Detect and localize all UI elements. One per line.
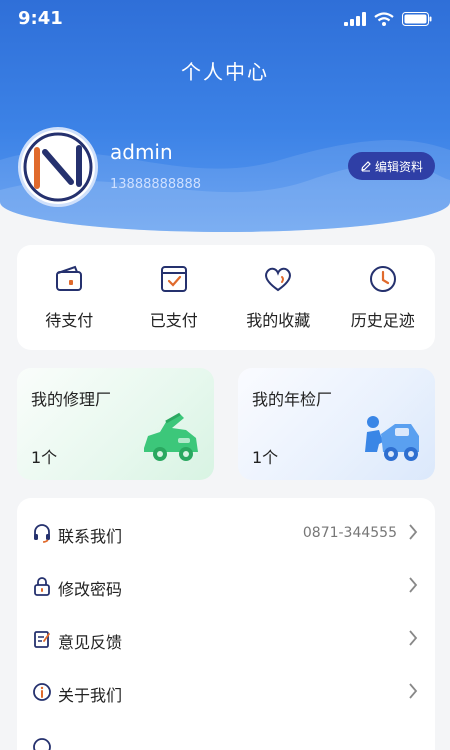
feedback-icon [32, 629, 52, 649]
avatar[interactable] [18, 127, 98, 207]
pencil-icon [361, 161, 371, 172]
card-title: 我的年检厂 [252, 390, 333, 409]
order-label: 待支付 [45, 311, 94, 330]
my-repair-shop-card[interactable]: 我的修理厂 1个 [17, 368, 214, 480]
info-icon [32, 682, 52, 702]
card-count: 1个 [31, 448, 58, 467]
menu-item-change-password[interactable]: 修改密码 [17, 561, 435, 613]
profile-header: 9:41 个人中心 admin 13888888888 编辑资料 [0, 0, 450, 232]
settings-menu: 联系我们 0871-344555 修改密码 意见反馈 关于我们 [17, 498, 435, 750]
wallet-icon [56, 265, 83, 291]
order-label: 已支付 [149, 311, 198, 330]
status-time: 9:41 [18, 8, 63, 29]
chevron-right-icon [409, 577, 418, 593]
order-label: 历史足迹 [350, 311, 415, 330]
repair-car-icon [144, 412, 198, 461]
username: admin [110, 140, 173, 164]
lock-icon [32, 576, 52, 596]
chevron-right-icon [409, 524, 418, 540]
status-bar: 9:41 [0, 0, 450, 40]
order-pending-payment[interactable]: 待支付 [17, 245, 122, 350]
card-count: 1个 [252, 448, 279, 467]
menu-item-contact-us[interactable]: 联系我们 0871-344555 [17, 508, 435, 560]
inspection-car-icon [365, 416, 419, 461]
paid-check-icon [160, 266, 187, 292]
status-icons [344, 12, 432, 26]
menu-label: 联系我们 [58, 527, 123, 546]
menu-label: 意见反馈 [58, 633, 123, 652]
order-paid[interactable]: 已支付 [122, 245, 227, 350]
menu-item-about-us[interactable]: 关于我们 [17, 667, 435, 719]
heart-icon [265, 267, 292, 292]
chevron-right-icon [409, 683, 418, 699]
clock-icon [369, 266, 396, 292]
menu-label: 修改密码 [58, 580, 123, 599]
page-title: 个人中心 [181, 60, 269, 84]
signal-icon [344, 12, 366, 26]
menu-label: 关于我们 [58, 686, 123, 705]
order-history[interactable]: 历史足迹 [331, 245, 436, 350]
battery-icon [402, 12, 432, 26]
phone-number: 13888888888 [110, 177, 201, 192]
menu-item-feedback[interactable]: 意见反馈 [17, 614, 435, 666]
menu-item-partial[interactable] [17, 720, 435, 750]
order-favorites[interactable]: 我的收藏 [226, 245, 331, 350]
edit-profile-label: 编辑资料 [374, 159, 423, 174]
menu-partial-icon [32, 735, 52, 750]
card-title: 我的修理厂 [31, 390, 112, 409]
wifi-icon [374, 12, 394, 26]
order-label: 我的收藏 [246, 311, 311, 330]
my-inspection-shop-card[interactable]: 我的年检厂 1个 [238, 368, 435, 480]
edit-profile-button[interactable]: 编辑资料 [348, 152, 435, 180]
logo-icon [23, 132, 93, 202]
headset-icon [32, 523, 52, 543]
contact-phone-value: 0871-344555 [302, 525, 397, 541]
chevron-right-icon [409, 630, 418, 646]
orders-card: 待支付 已支付 我的收藏 历史足迹 [17, 245, 435, 350]
